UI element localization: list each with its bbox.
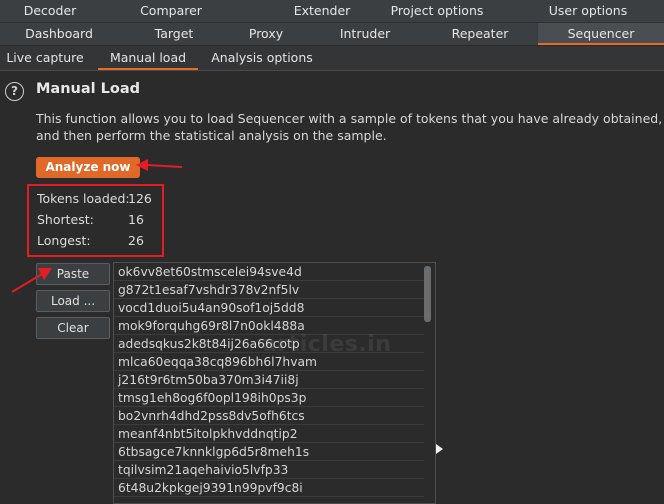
- tab-repeater[interactable]: Repeater: [428, 23, 532, 45]
- token-list-scrollbar[interactable]: [424, 266, 431, 322]
- tab-proxy[interactable]: Proxy: [230, 23, 302, 45]
- stat-label-tokens-loaded: Tokens loaded:: [37, 191, 130, 206]
- help-icon[interactable]: ?: [5, 82, 24, 101]
- watermark: articles.in: [262, 332, 392, 357]
- tab-dashboard[interactable]: Dashboard: [0, 23, 118, 45]
- subtab-live-capture[interactable]: Live capture: [0, 46, 90, 68]
- token-stats-box: Tokens loaded: 126 Shortest: 16 Longest:…: [27, 184, 164, 257]
- stat-label-shortest: Shortest:: [37, 212, 94, 227]
- token-list[interactable]: ok6vv8et60stmscelei94sve4d g872t1esaf7vsh…: [113, 262, 436, 504]
- annotation-arrow-analyze: [136, 159, 183, 171]
- token-list-item[interactable]: ok6vv8et60stmscelei94sve4d: [114, 263, 424, 281]
- token-list-item[interactable]: tmsg1eh8og6f0opl198ih0ps3p: [114, 389, 424, 407]
- token-list-item[interactable]: j216t9r6tm50ba370m3i47ii8j: [114, 371, 424, 389]
- tab-project-options[interactable]: Project options: [362, 0, 512, 22]
- tab-comparer[interactable]: Comparer: [100, 0, 242, 22]
- mouse-cursor-icon: [436, 444, 443, 454]
- tab-bar-row-2: Dashboard Target Proxy Intruder Repeater Sequ…: [0, 23, 664, 46]
- subtab-analysis-options[interactable]: Analysis options: [204, 46, 320, 68]
- token-list-item[interactable]: 6tbsagce7knnklgp6d5r8meh1s: [114, 443, 424, 461]
- page-title: Manual Load: [36, 81, 141, 97]
- tab-target[interactable]: Target: [118, 23, 230, 45]
- sequencer-subtabs: Live capture Manual load Analysis options: [0, 46, 664, 71]
- tab-sequencer[interactable]: Sequencer: [538, 23, 664, 45]
- tab-bar-row-1: Decoder Comparer Extender Project options Us…: [0, 0, 664, 23]
- annotation-arrow-paste: [11, 268, 52, 293]
- token-list-item[interactable]: 6t48u2kpkgej9391n99pvf9c8i: [114, 479, 424, 497]
- token-list-item[interactable]: tqilvsim21aqehaivio5lvfp33: [114, 461, 424, 479]
- tab-decoder[interactable]: Decoder: [0, 0, 100, 22]
- tab-intruder[interactable]: Intruder: [302, 23, 428, 45]
- analyze-now-button[interactable]: Analyze now: [36, 157, 140, 178]
- stat-label-longest: Longest:: [37, 233, 91, 248]
- token-list-item[interactable]: bo2vnrh4dhd2pss8dv5ofh6tcs: [114, 407, 424, 425]
- tab-user-options[interactable]: User options: [512, 0, 664, 22]
- stat-value-tokens-loaded: 126: [128, 191, 152, 206]
- token-list-item[interactable]: g872t1esaf7vshdr378v2nf5lv: [114, 281, 424, 299]
- stat-value-shortest: 16: [128, 212, 144, 227]
- token-list-item[interactable]: vocd1duoi5u4an90sof1oj5dd8: [114, 299, 424, 317]
- token-list-item[interactable]: meanf4nbt5itolpkhvddnqtip2: [114, 425, 424, 443]
- clear-button[interactable]: Clear: [36, 317, 110, 339]
- page-description: This function allows you to load Sequenc…: [36, 111, 663, 143]
- subtab-manual-load[interactable]: Manual load: [98, 46, 198, 70]
- stat-value-longest: 26: [128, 233, 144, 248]
